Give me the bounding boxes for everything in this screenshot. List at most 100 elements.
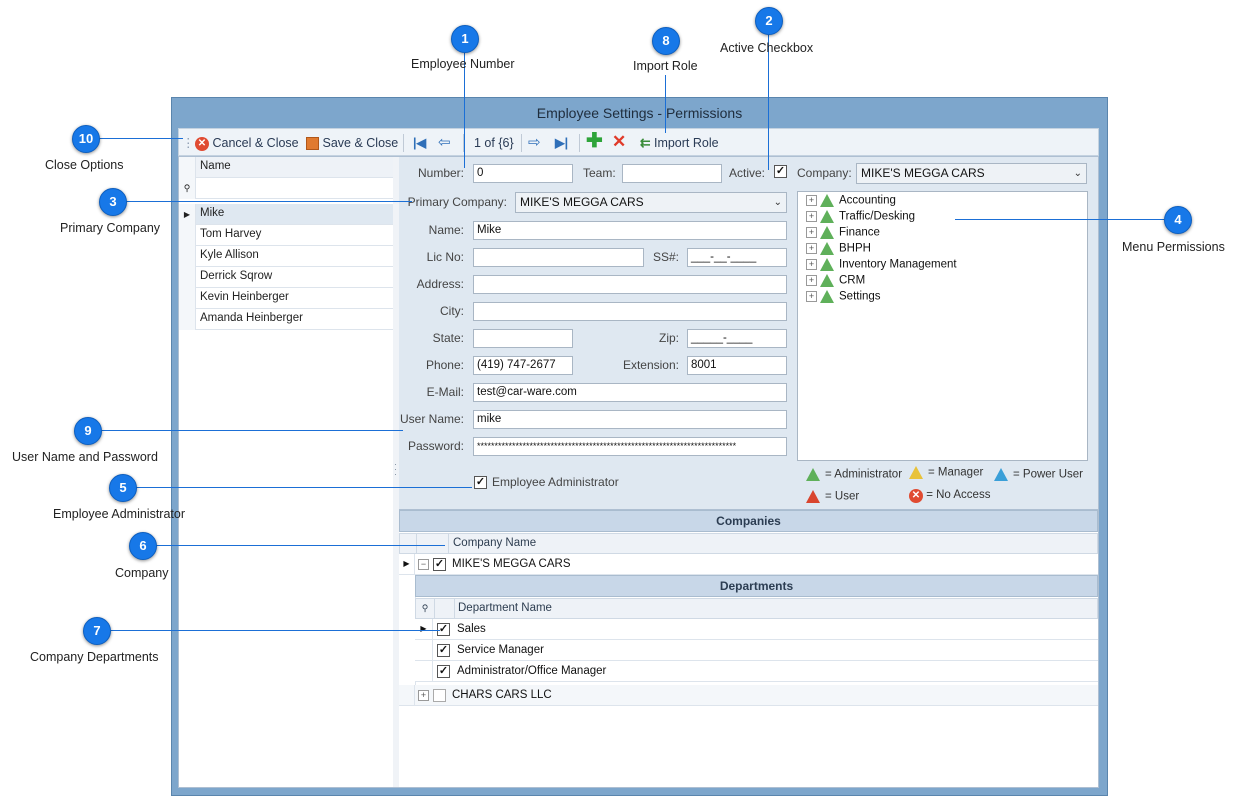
callout-badge-10: 10 bbox=[72, 125, 100, 153]
employee-list-header[interactable]: Name bbox=[179, 157, 393, 178]
ssn-input[interactable]: ___-__-____ bbox=[687, 248, 787, 267]
tree-item-bhph[interactable]: + BHPH bbox=[806, 242, 871, 258]
username-label: User Name: bbox=[399, 412, 464, 426]
toolbar-separator bbox=[579, 134, 580, 152]
department-checkbox[interactable]: ✓ bbox=[437, 644, 450, 657]
company-checkbox[interactable]: ✓ bbox=[433, 558, 446, 571]
extension-input[interactable]: 8001 bbox=[687, 356, 787, 375]
toolbar-separator bbox=[521, 134, 522, 152]
state-input[interactable] bbox=[473, 329, 573, 348]
cancel-close-button[interactable]: ✕ Cancel & Close bbox=[195, 133, 299, 153]
name-label: Name: bbox=[428, 223, 464, 237]
legend-power-user: = Power User bbox=[994, 468, 1083, 481]
callout-badge-8: 8 bbox=[652, 27, 680, 55]
employee-admin-checkbox[interactable]: ✓ bbox=[474, 476, 487, 489]
company-checkbox[interactable] bbox=[433, 689, 446, 702]
email-label: E-Mail: bbox=[426, 385, 464, 399]
expand-icon[interactable]: + bbox=[418, 690, 429, 701]
expand-icon[interactable]: + bbox=[806, 211, 817, 222]
employee-filter-row[interactable]: ⚲ bbox=[179, 178, 393, 199]
lic-no-input[interactable] bbox=[473, 248, 644, 267]
zip-input[interactable]: _____-____ bbox=[687, 329, 787, 348]
number-label: Number: bbox=[417, 166, 464, 180]
collapse-icon[interactable]: − bbox=[418, 559, 429, 570]
address-label: Address: bbox=[416, 277, 464, 291]
employee-row[interactable]: Derrick Sqrow bbox=[179, 267, 393, 288]
callout-label-close-options: Close Options bbox=[45, 158, 124, 172]
department-row[interactable]: ✓ Administrator/Office Manager bbox=[415, 661, 1098, 682]
toolbar-grip-icon: ⋮ bbox=[182, 136, 195, 150]
search-icon[interactable]: ⚲ bbox=[416, 599, 435, 618]
save-close-button[interactable]: Save & Close bbox=[306, 133, 398, 153]
menu-permissions-tree: + Accounting + Traffic/Desking + Finance + B… bbox=[797, 191, 1088, 461]
chevron-down-icon: ⌄ bbox=[1073, 168, 1082, 179]
window-title: Employee Settings - Permissions bbox=[536, 105, 743, 121]
employee-row[interactable]: Kevin Heinberger bbox=[179, 288, 393, 309]
employee-row[interactable]: Amanda Heinberger bbox=[179, 309, 393, 330]
department-checkbox[interactable]: ✓ bbox=[437, 665, 450, 678]
save-icon bbox=[306, 137, 319, 151]
legend-user: = User bbox=[806, 490, 859, 503]
name-input[interactable]: Mike bbox=[473, 221, 787, 240]
tree-item-inventory-management[interactable]: + Inventory Management bbox=[806, 258, 957, 274]
primary-company-select[interactable]: MIKE'S MEGGA CARS ⌄ bbox=[515, 192, 787, 213]
expand-icon[interactable]: + bbox=[806, 275, 817, 286]
company-row[interactable]: ▶ − ✓ MIKE'S MEGGA CARS bbox=[399, 554, 1098, 575]
city-input[interactable] bbox=[473, 302, 787, 321]
user-icon bbox=[806, 490, 820, 503]
tree-item-finance[interactable]: + Finance bbox=[806, 226, 880, 242]
phone-label: Phone: bbox=[425, 358, 464, 372]
tree-item-traffic-desking[interactable]: + Traffic/Desking bbox=[806, 210, 915, 226]
add-icon[interactable]: ✚ bbox=[586, 131, 603, 151]
city-label: City: bbox=[440, 304, 464, 318]
next-record-icon[interactable]: ⇨ bbox=[528, 133, 541, 153]
expand-icon[interactable]: + bbox=[806, 195, 817, 206]
lic-no-label: Lic No: bbox=[426, 250, 464, 264]
callout-badge-1: 1 bbox=[451, 25, 479, 53]
department-row[interactable]: ▶ ✓ Sales bbox=[415, 619, 1098, 640]
password-input[interactable]: ****************************************… bbox=[473, 437, 787, 456]
expand-icon[interactable]: + bbox=[806, 259, 817, 270]
name-column-header: Name bbox=[200, 160, 231, 172]
active-checkbox[interactable]: ✓ bbox=[774, 165, 787, 178]
team-label: Team: bbox=[583, 166, 616, 180]
company-select[interactable]: MIKE'S MEGGA CARS ⌄ bbox=[856, 163, 1087, 184]
username-input[interactable]: mike bbox=[473, 410, 787, 429]
callout-badge-5: 5 bbox=[109, 474, 137, 502]
tree-item-settings[interactable]: + Settings bbox=[806, 290, 881, 306]
employee-row[interactable]: Tom Harvey bbox=[179, 225, 393, 246]
departments-column-header[interactable]: ⚲ Department Name bbox=[415, 598, 1098, 619]
first-record-icon[interactable]: |◀ bbox=[413, 133, 426, 153]
cancel-close-label: Cancel & Close bbox=[212, 136, 299, 150]
email-input[interactable]: test@car-ware.com bbox=[473, 383, 787, 402]
filter-pin-icon: ⚲ bbox=[179, 178, 196, 199]
delete-icon[interactable]: ✕ bbox=[612, 132, 626, 152]
expand-icon[interactable]: + bbox=[806, 227, 817, 238]
callout-label-import-role: Import Role bbox=[633, 59, 698, 73]
content-area: Name ⚲ ▶ Mike Tom Harvey Kyle Allison De… bbox=[178, 156, 1099, 788]
callout-label-primary-company: Primary Company bbox=[60, 221, 161, 235]
previous-record-icon[interactable]: ⇦ bbox=[438, 133, 451, 153]
legend-manager: = Manager bbox=[909, 466, 983, 479]
callout-label-active-checkbox: Active Checkbox bbox=[720, 41, 814, 55]
active-label: Active: bbox=[729, 166, 766, 180]
employee-row[interactable]: Kyle Allison bbox=[179, 246, 393, 267]
team-input[interactable] bbox=[622, 164, 722, 183]
company-row[interactable]: + CHARS CARS LLC bbox=[399, 685, 1098, 706]
address-input[interactable] bbox=[473, 275, 787, 294]
expand-icon[interactable]: + bbox=[806, 243, 817, 254]
phone-input[interactable]: (419) 747-2677 bbox=[473, 356, 573, 375]
record-position: 1 of {6} bbox=[474, 136, 514, 150]
expand-icon[interactable]: + bbox=[806, 291, 817, 302]
tree-item-crm[interactable]: + CRM bbox=[806, 274, 865, 290]
department-row[interactable]: ✓ Service Manager bbox=[415, 640, 1098, 661]
employee-row[interactable]: ▶ Mike bbox=[179, 204, 393, 225]
employee-admin-label: Employee Administrator bbox=[492, 475, 619, 489]
administrator-icon bbox=[820, 194, 834, 207]
tree-item-accounting[interactable]: + Accounting bbox=[806, 194, 896, 210]
departments-header: Departments bbox=[415, 575, 1098, 597]
last-record-icon[interactable]: ▶| bbox=[555, 133, 568, 153]
import-role-button[interactable]: ⇇ Import Role bbox=[640, 133, 719, 153]
companies-column-header[interactable]: Company Name bbox=[399, 533, 1098, 554]
number-input[interactable]: 0 bbox=[473, 164, 573, 183]
